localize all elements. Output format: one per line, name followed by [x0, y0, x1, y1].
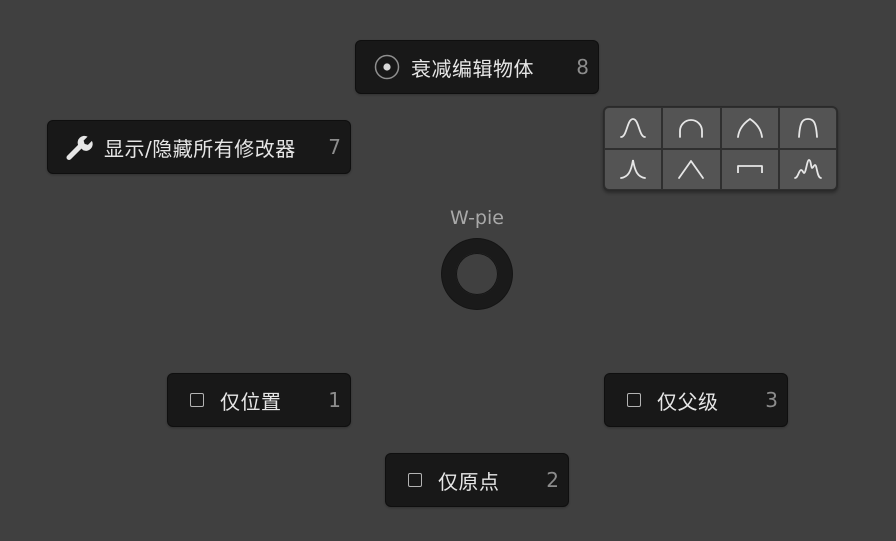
- parent-only-hotkey: 3: [765, 388, 778, 412]
- checkbox-icon[interactable]: [190, 393, 204, 407]
- root-falloff-icon[interactable]: [721, 108, 778, 148]
- checkbox-icon[interactable]: [408, 473, 422, 487]
- falloff-shape-grid: [603, 106, 838, 191]
- falloff-edit-label: 衰减编辑物体: [411, 56, 534, 81]
- toggle-modifiers-button[interactable]: 显示/隐藏所有修改器 7: [47, 120, 351, 174]
- smooth-falloff-icon[interactable]: [605, 108, 662, 148]
- wrench-icon: [65, 133, 93, 161]
- location-only-hotkey: 1: [328, 388, 341, 412]
- location-only-button[interactable]: 仅位置 1: [167, 373, 351, 427]
- pie-title: W-pie: [450, 207, 504, 229]
- linear-falloff-icon[interactable]: [663, 149, 720, 189]
- falloff-edit-button[interactable]: 衰减编辑物体 8: [355, 40, 599, 94]
- toggle-modifiers-hotkey: 7: [328, 135, 341, 159]
- random-falloff-icon[interactable]: [779, 149, 836, 189]
- parent-only-button[interactable]: 仅父级 3: [604, 373, 788, 427]
- pie-menu-stage: 衰减编辑物体 8 显示/隐藏所有修改器 7 W-pie 仅位置 1 仅父级 3 …: [0, 0, 896, 541]
- falloff-edit-hotkey: 8: [576, 55, 589, 79]
- checkbox-icon[interactable]: [627, 393, 641, 407]
- location-only-label: 仅位置: [220, 389, 282, 414]
- parent-only-label: 仅父级: [657, 389, 719, 414]
- origin-only-button[interactable]: 仅原点 2: [385, 453, 569, 507]
- radio-dot-icon: [374, 54, 400, 80]
- origin-only-hotkey: 2: [546, 468, 559, 492]
- origin-only-label: 仅原点: [438, 469, 500, 494]
- toggle-modifiers-label: 显示/隐藏所有修改器: [104, 136, 296, 161]
- sphere-falloff-icon[interactable]: [663, 108, 720, 148]
- pie-center-ring: [442, 239, 512, 309]
- constant-falloff-icon[interactable]: [721, 149, 778, 189]
- sharp-falloff-icon[interactable]: [605, 149, 662, 189]
- inverse-square-falloff-icon[interactable]: [779, 108, 836, 148]
